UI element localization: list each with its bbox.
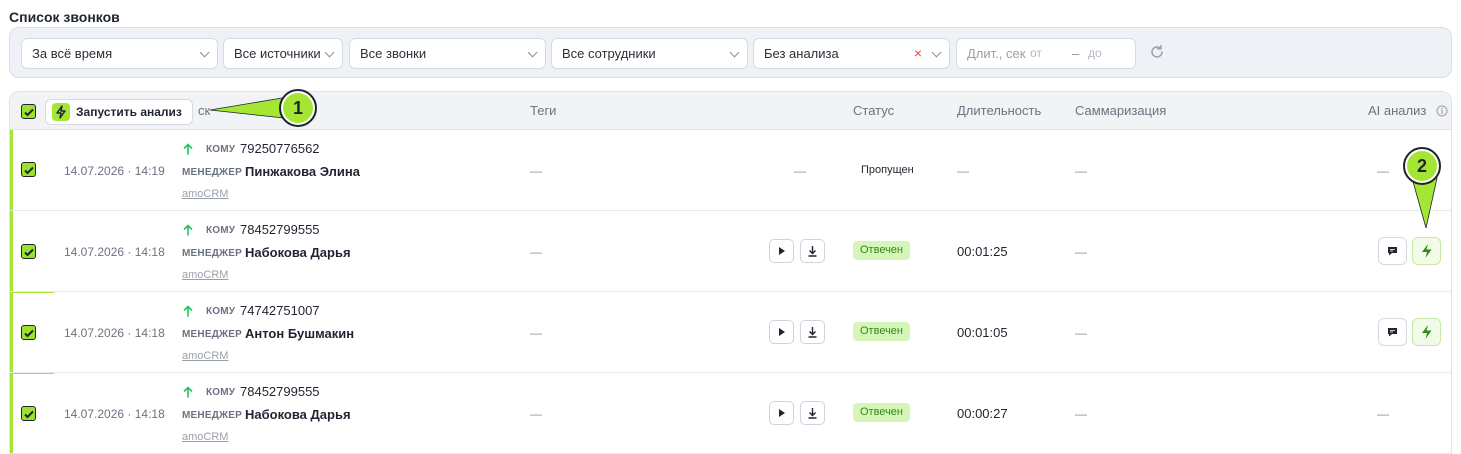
callout-badge-1: 1 — [279, 89, 317, 127]
callout-1-pointer — [209, 97, 285, 119]
callout-badge-2: 2 — [1403, 147, 1441, 185]
callout-pointers — [209, 97, 1438, 229]
callout-2-pointer — [1411, 177, 1438, 229]
